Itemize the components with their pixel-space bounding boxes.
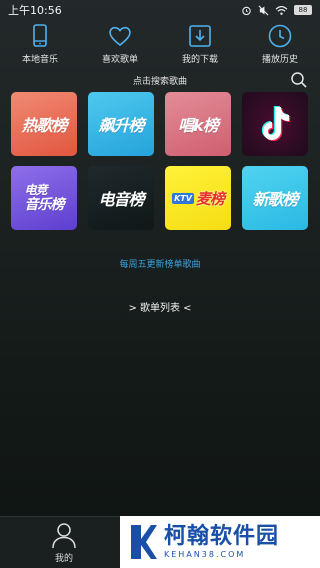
download-icon — [189, 25, 211, 47]
chart-tile-surge[interactable]: 飙升榜 — [88, 92, 154, 156]
search-icon[interactable] — [290, 71, 308, 89]
chart-label: 麦榜 — [195, 189, 225, 208]
tab-mine[interactable]: 我的 — [40, 521, 88, 567]
watermark-logo-icon — [131, 525, 157, 559]
nav-label: 本地音乐 — [21, 55, 58, 65]
watermark-title: 柯翰软件园 — [164, 524, 280, 549]
playlist-list-link[interactable]: > 歌单列表 < — [0, 299, 320, 314]
chart-label: 新歌榜 — [252, 190, 298, 209]
chart-tile-karaoke[interactable]: 唱k榜 — [165, 92, 231, 156]
nav-label: 我的下载 — [181, 55, 218, 65]
phone-icon — [33, 24, 47, 47]
nav-play-history[interactable]: 播放历史 — [245, 20, 315, 65]
chart-label: 唱k榜 — [178, 116, 219, 135]
heart-icon — [109, 26, 131, 47]
nav-local-music[interactable]: 本地音乐 — [5, 20, 75, 65]
tiktok-logo-icon — [261, 106, 291, 141]
chart-tile-ktv[interactable]: KTV 麦榜 — [165, 166, 231, 230]
chart-grid: 热歌榜 飙升榜 唱k榜 电竞 音乐榜 电音榜 KTV 麦榜 新歌榜 — [11, 92, 309, 230]
user-icon — [52, 523, 76, 549]
chart-label: 飙升榜 — [98, 116, 144, 135]
status-icons: 88 — [241, 5, 312, 16]
chart-tile-tiktok[interactable] — [242, 92, 308, 156]
chart-tile-hot[interactable]: 热歌榜 — [11, 92, 77, 156]
chart-label-line1: 电竞 — [24, 183, 48, 197]
status-time: 上午10:56 — [8, 4, 62, 17]
nav-favorite-playlist[interactable]: 喜欢歌单 — [85, 20, 155, 65]
search-hint[interactable]: 点击搜索歌曲 — [133, 74, 187, 87]
alarm-icon — [242, 6, 251, 15]
chart-label-line2: 音乐榜 — [24, 197, 65, 213]
search-row: 点击搜索歌曲 — [0, 70, 320, 90]
update-note: 每周五更新榜单歌曲 — [119, 260, 201, 270]
status-bar: 上午10:56 88 — [0, 0, 320, 20]
mute-icon — [258, 5, 269, 15]
top-nav: 本地音乐 喜欢歌单 我的下载 播放历史 — [0, 20, 320, 66]
tab-label: 我的 — [54, 554, 73, 564]
chart-label: 电音榜 — [98, 190, 144, 209]
wifi-icon — [275, 5, 288, 15]
nav-my-downloads[interactable]: 我的下载 — [165, 20, 235, 65]
watermark-texts: 柯翰软件园 KEHAN38.COM — [164, 524, 280, 560]
watermark-banner: 柯翰软件园 KEHAN38.COM — [120, 516, 320, 568]
clock-icon — [268, 24, 292, 48]
ktv-badge: KTV — [172, 192, 194, 204]
chart-tile-esports[interactable]: 电竞 音乐榜 — [11, 166, 77, 230]
battery-icon: 88 — [294, 5, 312, 15]
chart-tile-electronic[interactable]: 电音榜 — [88, 166, 154, 230]
nav-label: 播放历史 — [261, 55, 298, 65]
nav-label: 喜欢歌单 — [101, 55, 138, 65]
watermark-subtitle: KEHAN38.COM — [164, 550, 246, 559]
chart-tile-new[interactable]: 新歌榜 — [242, 166, 308, 230]
chart-label: 热歌榜 — [21, 116, 67, 135]
